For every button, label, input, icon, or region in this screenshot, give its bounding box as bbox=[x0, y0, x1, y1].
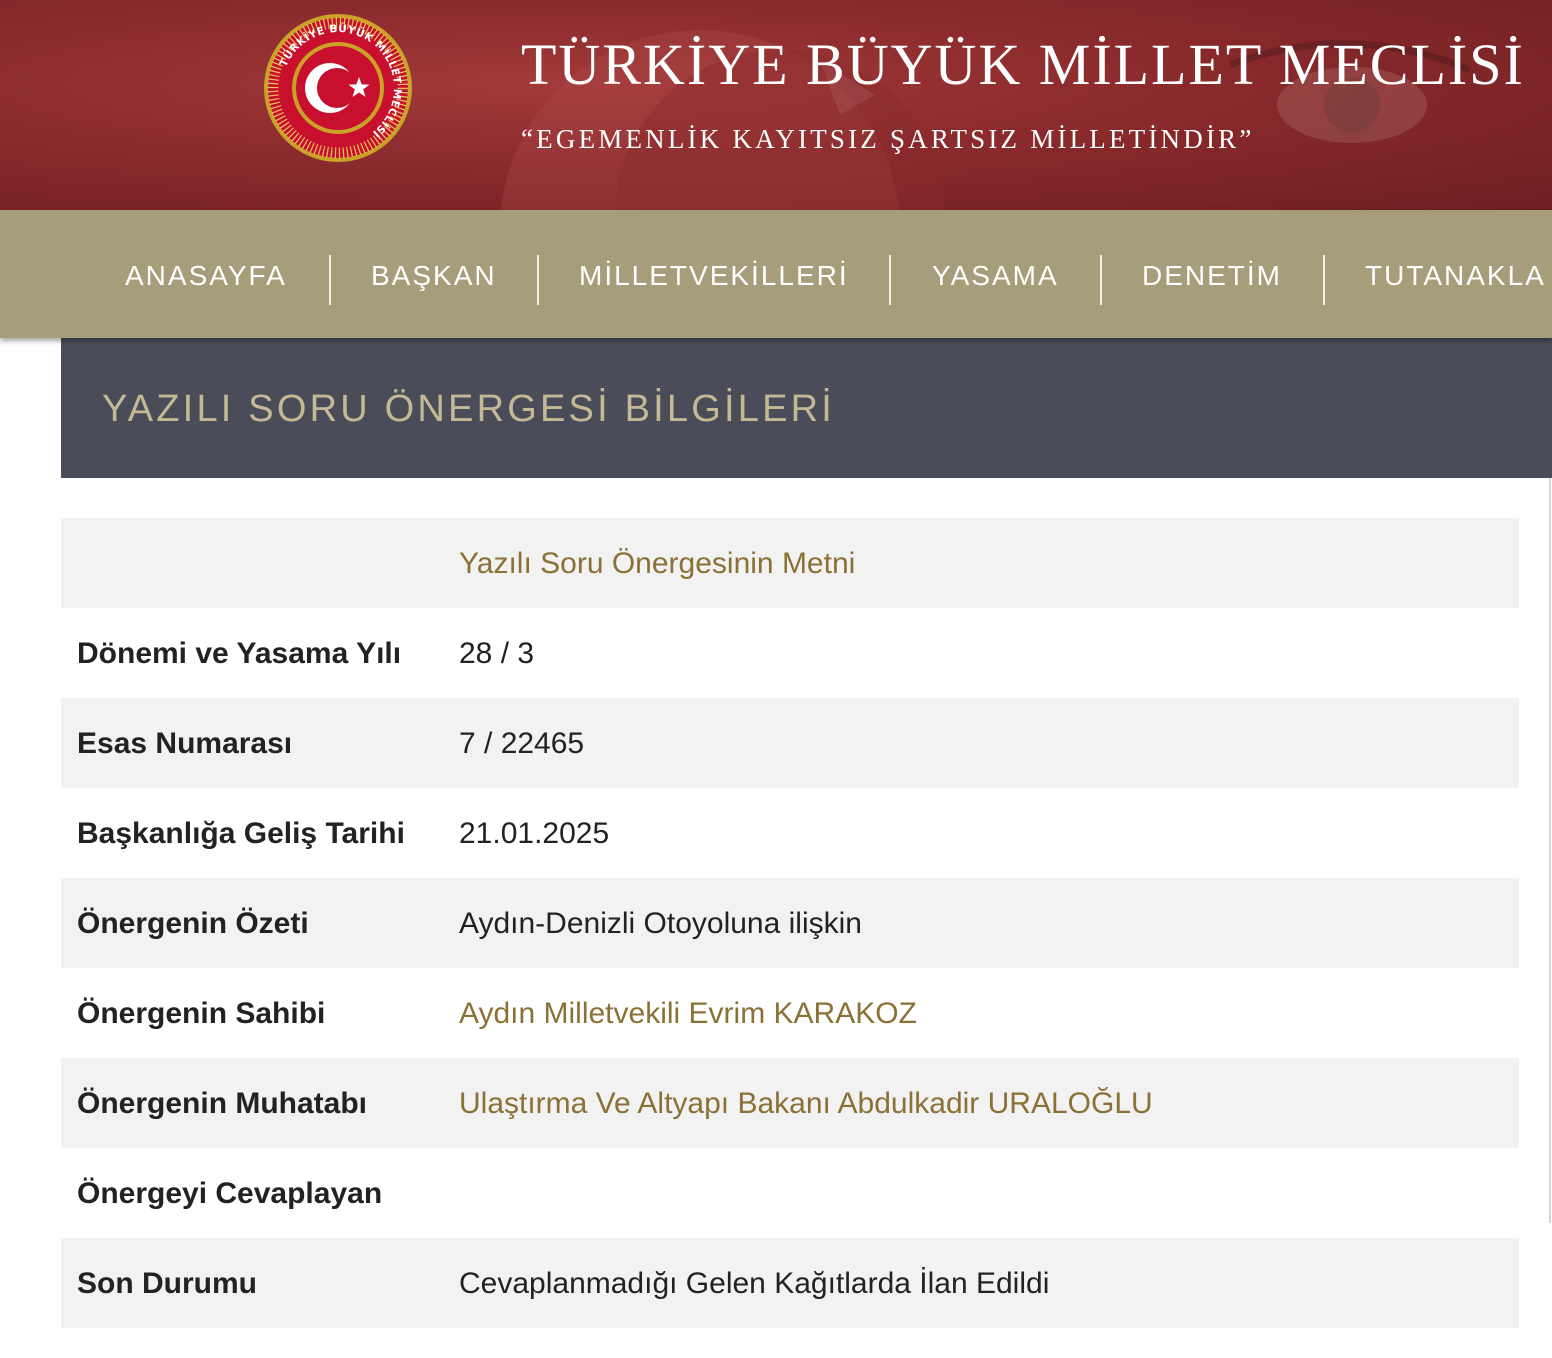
row-value: 21.01.2025 bbox=[459, 817, 610, 850]
row-value: 7 / 22465 bbox=[459, 727, 585, 760]
table-row: Son Durumu Cevaplanmadığı Gelen Kağıtlar… bbox=[61, 1238, 1519, 1328]
row-label: Önergenin Sahibi bbox=[77, 997, 326, 1030]
main-navigation: ANASAYFA BAŞKAN MİLLETVEKİLLERİ YASAMA D… bbox=[0, 210, 1552, 338]
page-heading-bar: YAZILI SORU ÖNERGESİ BİLGİLERİ bbox=[61, 338, 1552, 478]
row-value: 28 / 3 bbox=[459, 637, 535, 670]
tbmm-logo[interactable]: TÜRKİYE BÜYÜK MİLLET MECLİSİ bbox=[263, 13, 413, 163]
row-label: Dönemi ve Yasama Yılı bbox=[77, 637, 402, 670]
tbmm-emblem-icon: TÜRKİYE BÜYÜK MİLLET MECLİSİ bbox=[264, 14, 412, 162]
nav-item-baskan[interactable]: BAŞKAN bbox=[371, 262, 497, 290]
question-details-table: Yazılı Soru Önergesinin Metni Dönemi ve … bbox=[61, 518, 1519, 1328]
page-title: YAZILI SORU ÖNERGESİ BİLGİLERİ bbox=[102, 388, 836, 430]
row-label: Önergenin Muhatabı bbox=[77, 1087, 368, 1120]
row-label: Son Durumu bbox=[77, 1267, 257, 1300]
nav-item-tutanaklar[interactable]: TUTANAKLA bbox=[1365, 262, 1546, 290]
row-value: Cevaplanmadığı Gelen Kağıtlarda İlan Edi… bbox=[459, 1267, 1050, 1300]
row-value bbox=[425, 1148, 1519, 1238]
nav-separator bbox=[1100, 255, 1102, 305]
header-banner: TÜRKİYE BÜYÜK MİLLET MECLİSİ TÜRKİYE BÜY… bbox=[0, 0, 1552, 210]
table-row: Önergenin Özeti Aydın-Denizli Otoyoluna … bbox=[61, 878, 1519, 968]
site-motto: “EGEMENLİK KAYITSIZ ŞARTSIZ MİLLETİNDİR” bbox=[521, 124, 1255, 154]
question-owner-link[interactable]: Aydın Milletvekili Evrim KARAKOZ bbox=[425, 968, 1519, 1058]
nav-item-yasama[interactable]: YASAMA bbox=[932, 262, 1059, 290]
table-row: Dönemi ve Yasama Yılı 28 / 3 bbox=[61, 608, 1519, 698]
site-title: TÜRKİYE BÜYÜK MİLLET MECLİSİ bbox=[521, 32, 1525, 97]
table-row: Esas Numarası 7 / 22465 bbox=[61, 698, 1519, 788]
nav-separator bbox=[537, 255, 539, 305]
table-row: Önergeyi Cevaplayan bbox=[61, 1148, 1519, 1238]
nav-item-anasayfa[interactable]: ANASAYFA bbox=[125, 262, 287, 290]
question-addressee-link[interactable]: Ulaştırma Ve Altyapı Bakanı Abdulkadir U… bbox=[425, 1058, 1519, 1148]
nav-separator bbox=[329, 255, 331, 305]
nav-separator bbox=[889, 255, 891, 305]
row-label: Başkanlığa Geliş Tarihi bbox=[77, 817, 405, 850]
scrollbar-track[interactable] bbox=[1549, 478, 1551, 1223]
row-label: Önergeyi Cevaplayan bbox=[77, 1177, 383, 1210]
table-row: Önergenin Sahibi Aydın Milletvekili Evri… bbox=[61, 968, 1519, 1058]
table-row: Yazılı Soru Önergesinin Metni bbox=[61, 518, 1519, 608]
nav-item-denetim[interactable]: DENETİM bbox=[1142, 262, 1282, 290]
row-label: Esas Numarası bbox=[77, 727, 293, 760]
row-value: Aydın-Denizli Otoyoluna ilişkin bbox=[459, 907, 862, 940]
row-label bbox=[61, 518, 425, 608]
table-row: Başkanlığa Geliş Tarihi 21.01.2025 bbox=[61, 788, 1519, 878]
table-row: Önergenin Muhatabı Ulaştırma Ve Altyapı … bbox=[61, 1058, 1519, 1148]
row-label: Önergenin Özeti bbox=[77, 907, 309, 940]
nav-separator bbox=[1323, 255, 1325, 305]
nav-item-milletvekilleri[interactable]: MİLLETVEKİLLERİ bbox=[579, 262, 849, 290]
question-text-link[interactable]: Yazılı Soru Önergesinin Metni bbox=[425, 518, 1519, 608]
